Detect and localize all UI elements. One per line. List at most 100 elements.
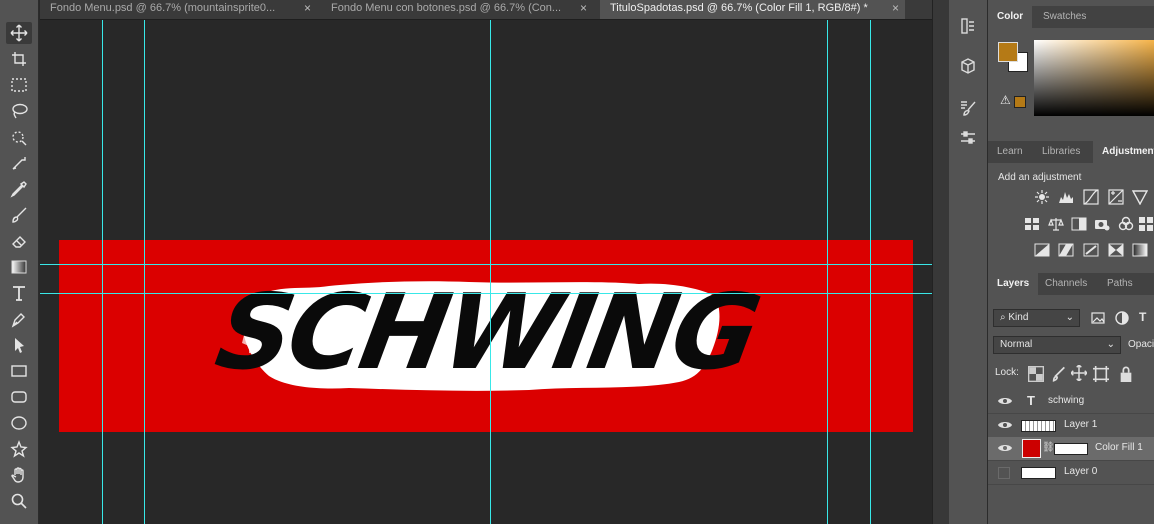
tab-layers[interactable]: Layers (988, 273, 1039, 295)
search-icon: ⌕ (1000, 312, 1006, 323)
out-of-gamut-warning-icon[interactable]: ⚠ (1000, 94, 1012, 106)
levels-icon[interactable] (1058, 189, 1074, 205)
layer-mask-thumbnail[interactable] (1054, 443, 1088, 455)
vibrance-icon[interactable] (1131, 189, 1149, 206)
history-panel-icon[interactable] (955, 14, 981, 38)
tab-color[interactable]: Color (988, 6, 1033, 28)
lock-image-pixels-icon[interactable] (1051, 366, 1065, 382)
ellipse-tool-icon[interactable] (6, 412, 32, 434)
lasso-tool-icon[interactable] (6, 100, 32, 122)
pen-tool-icon[interactable] (6, 308, 32, 330)
photo-filter-icon[interactable] (1094, 216, 1110, 232)
exposure-icon[interactable] (1108, 189, 1124, 205)
lock-all-icon[interactable] (1118, 366, 1132, 382)
lock-artboard-icon[interactable] (1093, 366, 1109, 382)
title-artwork: SCHWING (208, 272, 765, 393)
rectangle-tool-icon[interactable] (6, 360, 32, 382)
close-tab-icon[interactable]: × (304, 0, 311, 17)
type-tool-icon[interactable] (6, 282, 32, 304)
crop-slice-tool-icon[interactable] (6, 152, 32, 174)
link-icon[interactable]: ⛓ (1042, 442, 1055, 453)
visibility-eye-icon[interactable] (998, 420, 1012, 430)
quick-selection-tool-icon[interactable] (6, 126, 32, 148)
layer-filter-kind-select[interactable]: ⌕ Kind ⌄ (993, 309, 1080, 327)
path-selection-tool-icon[interactable] (6, 334, 32, 356)
right-panels: Color Swatches ⚠ Learn Libraries Adjustm… (988, 0, 1154, 524)
tab-learn[interactable]: Learn (988, 141, 1032, 163)
adjustment-sliders-icon[interactable] (955, 126, 981, 150)
lock-transparent-pixels-icon[interactable] (1028, 366, 1044, 382)
3d-panel-icon[interactable] (955, 54, 981, 78)
visibility-toggle-off[interactable] (998, 467, 1010, 479)
tab-paths[interactable]: Paths (1098, 273, 1142, 295)
vertical-guide[interactable] (144, 20, 145, 524)
vertical-guide[interactable] (827, 20, 828, 524)
layer-thumbnail (1021, 467, 1056, 479)
layer-row-layer-0[interactable]: Layer 0 (988, 461, 1154, 485)
layer-row-schwing[interactable]: T schwing (988, 390, 1154, 414)
visibility-eye-icon[interactable] (998, 443, 1012, 453)
lock-label: Lock: (995, 367, 1019, 378)
marquee-tool-icon[interactable] (6, 74, 32, 96)
tab-libraries[interactable]: Libraries (1033, 141, 1089, 163)
tab-channels[interactable]: Channels (1036, 273, 1096, 295)
hand-tool-icon[interactable] (6, 464, 32, 486)
eraser-tool-icon[interactable] (6, 230, 32, 252)
tab-label: Fondo Menu.psd @ 66.7% (mountainsprite0.… (50, 2, 276, 14)
horizontal-guide[interactable] (40, 293, 932, 294)
tab-swatches[interactable]: Swatches (1034, 6, 1095, 28)
eyedropper-tool-icon[interactable] (6, 178, 32, 200)
brightness-contrast-icon[interactable] (1034, 189, 1050, 205)
curves-icon[interactable] (1083, 189, 1099, 205)
vertical-guide[interactable] (102, 20, 103, 524)
panel-icon-dock (949, 0, 988, 524)
close-tab-icon[interactable]: × (892, 0, 899, 17)
color-fill-layer: SCHWING (59, 240, 913, 432)
opacity-label: Opaci (1128, 339, 1154, 350)
filter-kind-value: Kind (1008, 312, 1029, 323)
posterize-icon[interactable] (1058, 242, 1074, 258)
custom-shape-tool-icon[interactable] (6, 438, 32, 460)
rounded-rectangle-tool-icon[interactable] (6, 386, 32, 408)
hue-saturation-icon[interactable] (1024, 216, 1040, 232)
invert-icon[interactable] (1034, 242, 1050, 258)
gamut-color-swatch[interactable] (1014, 96, 1026, 108)
layer-row-color-fill-1[interactable]: ⛓ Color Fill 1 (988, 437, 1154, 461)
horizontal-guide[interactable] (40, 264, 932, 265)
move-tool-icon[interactable] (6, 22, 32, 44)
brush-settings-icon[interactable] (955, 96, 981, 120)
document-canvas[interactable]: SCHWING (40, 20, 932, 524)
gradient-map-icon[interactable] (1132, 242, 1148, 258)
gradient-tool-icon[interactable] (6, 256, 32, 278)
layer-name: Layer 1 (1064, 419, 1098, 430)
artboard-tool-icon[interactable] (6, 48, 32, 70)
document-tab-titulo-spadotas[interactable]: TituloSpadotas.psd @ 66.7% (Color Fill 1… (600, 0, 905, 19)
selective-color-icon[interactable] (1108, 242, 1124, 258)
color-picker-field[interactable] (1034, 40, 1154, 116)
lock-position-icon[interactable] (1070, 364, 1088, 382)
color-lookup-icon[interactable] (1138, 216, 1154, 232)
threshold-icon[interactable] (1083, 242, 1099, 258)
vertical-scrollbar[interactable] (932, 0, 949, 524)
blend-mode-select[interactable]: Normal ⌄ (993, 336, 1121, 354)
close-tab-icon[interactable]: × (580, 0, 587, 17)
visibility-eye-icon[interactable] (998, 396, 1012, 406)
foreground-color-swatch[interactable] (998, 42, 1018, 62)
document-tab-fondo-menu[interactable]: Fondo Menu.psd @ 66.7% (mountainsprite0.… (40, 0, 317, 19)
channel-mixer-icon[interactable] (1118, 216, 1134, 232)
filter-type-layer-icon[interactable]: T (1139, 310, 1146, 324)
black-white-icon[interactable] (1071, 216, 1087, 232)
tab-adjustments[interactable]: Adjustments (1093, 141, 1154, 163)
vertical-guide[interactable] (490, 20, 491, 524)
color-balance-icon[interactable] (1048, 216, 1064, 232)
vertical-guide[interactable] (870, 20, 871, 524)
zoom-tool-icon[interactable] (6, 490, 32, 512)
fill-color-thumbnail[interactable] (1022, 439, 1041, 458)
layer-name: schwing (1048, 395, 1085, 406)
filter-pixel-layer-icon[interactable] (1090, 310, 1105, 324)
tools-panel (0, 0, 39, 524)
document-tab-fondo-menu-botones[interactable]: Fondo Menu con botones.psd @ 66.7% (Con.… (321, 0, 593, 19)
brush-tool-icon[interactable] (6, 204, 32, 226)
filter-adjustment-layer-icon[interactable] (1114, 310, 1129, 325)
layer-row-layer-1[interactable]: Layer 1 (988, 414, 1154, 438)
